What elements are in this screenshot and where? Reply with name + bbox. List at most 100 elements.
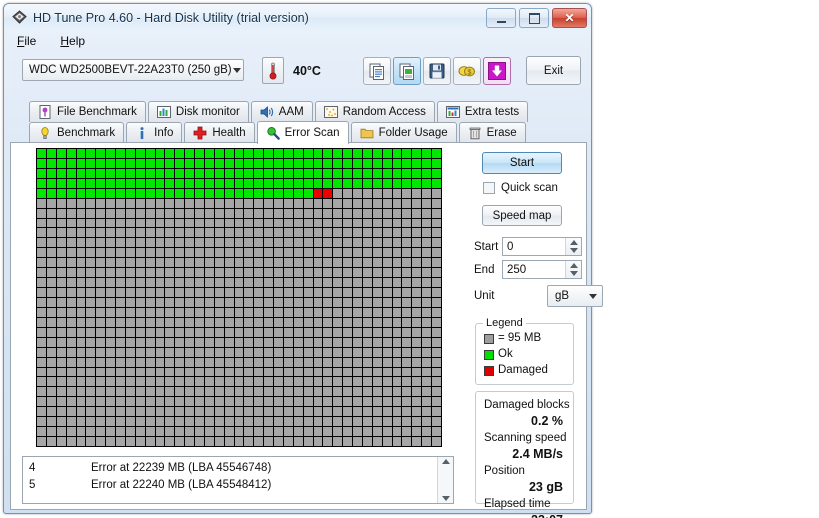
- block-cell: [343, 168, 353, 178]
- block-cell: [412, 168, 422, 178]
- tab-benchmark[interactable]: Benchmark: [29, 122, 125, 143]
- drive-select[interactable]: WDC WD2500BEVT-22A23T0 (250 gB): [22, 59, 244, 81]
- copy-image-icon-button[interactable]: [393, 57, 421, 85]
- block-cell: [274, 367, 283, 377]
- block-cell: [353, 188, 362, 198]
- block-cell: [135, 298, 145, 307]
- stat-value: 23 gB: [528, 480, 563, 494]
- block-cell: [195, 307, 204, 317]
- tab-extra-tests[interactable]: Extra tests: [436, 101, 529, 122]
- scroll-up-icon[interactable]: [441, 459, 450, 464]
- error-log-rows[interactable]: 4 Error at 22239 MB (LBA 45546748) 5 Error …: [23, 457, 437, 503]
- block-cell: [175, 248, 185, 258]
- block-cell: [37, 288, 46, 297]
- block-cell: [402, 427, 412, 437]
- error-log-scrollbar[interactable]: [437, 457, 453, 503]
- block-cell: [165, 238, 175, 248]
- block-cell: [155, 337, 165, 347]
- block-cell: [145, 149, 155, 158]
- tab-random-access[interactable]: Random Access: [314, 101, 435, 122]
- money-icon-button[interactable]: $: [453, 57, 481, 85]
- scroll-down-icon[interactable]: [441, 496, 450, 501]
- start-spin-down-icon[interactable]: [569, 248, 578, 254]
- block-cell: [303, 298, 313, 307]
- tab-file-benchmark[interactable]: File Benchmark: [29, 101, 146, 122]
- tab-error-scan[interactable]: Error Scan: [256, 121, 349, 144]
- block-cell: [195, 158, 204, 168]
- block-cell: [313, 298, 323, 307]
- block-cell: [86, 278, 96, 288]
- block-cell: [362, 208, 372, 218]
- block-cell: [293, 347, 303, 357]
- quick-scan-box[interactable]: [483, 182, 495, 194]
- unit-select[interactable]: gB: [547, 285, 603, 307]
- block-cell: [353, 367, 362, 377]
- tab-aam[interactable]: AAM: [250, 101, 313, 122]
- tab-folder-usage[interactable]: Folder Usage: [350, 122, 457, 143]
- close-button[interactable]: ✕: [552, 8, 587, 28]
- minimize-button[interactable]: [486, 8, 516, 28]
- start-range-stepper[interactable]: 0: [502, 237, 582, 256]
- start-range-value[interactable]: 0: [503, 241, 565, 253]
- maximize-button[interactable]: [519, 8, 549, 28]
- tab-health-label: Health: [212, 127, 246, 139]
- block-cell: [264, 377, 274, 387]
- tab-disk-monitor[interactable]: Disk monitor: [147, 101, 249, 122]
- exit-button[interactable]: Exit: [526, 56, 581, 85]
- block-cell: [116, 188, 125, 198]
- save-icon-button[interactable]: [423, 57, 451, 85]
- start-range-spin-buttons[interactable]: [565, 238, 581, 255]
- block-cell: [56, 268, 66, 278]
- menu-item-file[interactable]: File: [15, 32, 46, 50]
- block-cell: [323, 417, 333, 427]
- block-cell: [175, 377, 185, 387]
- block-map[interactable]: [36, 148, 442, 447]
- end-spin-up-icon[interactable]: [569, 262, 578, 268]
- block-cell: [214, 188, 224, 198]
- end-range-stepper[interactable]: 250: [502, 260, 582, 279]
- aam-speaker-icon: [260, 106, 273, 118]
- block-cell: [422, 397, 432, 407]
- quick-scan-checkbox[interactable]: Quick scan: [483, 182, 558, 194]
- block-cell: [125, 337, 135, 347]
- legend-label-block-size: = 95 MB: [498, 332, 542, 344]
- block-cell: [293, 387, 303, 397]
- block-cell: [382, 317, 392, 327]
- block-cell: [116, 268, 125, 278]
- block-cell: [145, 327, 155, 337]
- block-cell: [125, 149, 135, 158]
- block-cell: [125, 367, 135, 377]
- end-range-value[interactable]: 250: [503, 264, 565, 276]
- block-cell: [125, 288, 135, 297]
- copy-icon-button[interactable]: [363, 57, 391, 85]
- tab-erase[interactable]: Erase: [458, 122, 526, 143]
- start-spin-up-icon[interactable]: [569, 239, 578, 245]
- speed-map-button[interactable]: Speed map: [482, 205, 562, 226]
- download-arrow-icon-button[interactable]: [483, 57, 511, 85]
- block-cell: [106, 377, 116, 387]
- block-cell: [86, 357, 96, 367]
- menu-item-help[interactable]: Help: [58, 32, 95, 50]
- error-log-row[interactable]: 5 Error at 22240 MB (LBA 45548412): [29, 477, 437, 494]
- tab-info[interactable]: Info: [126, 122, 183, 143]
- start-button[interactable]: Start: [482, 152, 562, 174]
- block-cell: [116, 278, 125, 288]
- block-cell: [195, 397, 204, 407]
- error-log-row[interactable]: 4 Error at 22239 MB (LBA 45546748): [29, 460, 437, 477]
- block-cell: [432, 218, 441, 228]
- block-cell: [432, 258, 441, 268]
- block-cell: [432, 357, 441, 367]
- block-cell: [244, 377, 254, 387]
- block-cell: [66, 307, 76, 317]
- temperature-button[interactable]: [262, 57, 284, 84]
- block-cell: [372, 407, 382, 417]
- block-cell: [422, 149, 432, 158]
- end-range-spin-buttons[interactable]: [565, 261, 581, 278]
- block-cell: [353, 407, 362, 417]
- block-cell: [392, 268, 402, 278]
- block-cell: [116, 238, 125, 248]
- block-cell: [353, 377, 362, 387]
- end-spin-down-icon[interactable]: [569, 271, 578, 277]
- tab-health[interactable]: Health: [184, 122, 255, 143]
- block-cell: [283, 367, 293, 377]
